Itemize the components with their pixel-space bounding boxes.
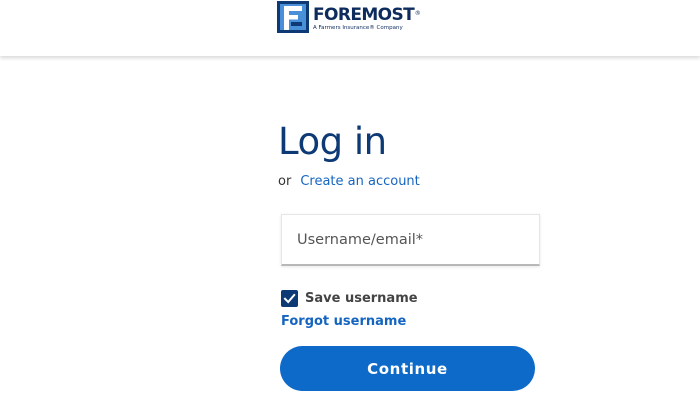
checkmark-icon (283, 293, 296, 304)
foremost-logo[interactable]: FOREMOST ® A Farmers Insurance® Company (277, 1, 421, 33)
save-username-label: Save username (305, 291, 418, 306)
continue-button[interactable]: Continue (280, 346, 535, 391)
username-input[interactable] (297, 215, 539, 264)
site-header: FOREMOST ® A Farmers Insurance® Company (0, 0, 700, 56)
page-title: Log in (278, 120, 387, 163)
save-username-row[interactable]: Save username (281, 290, 418, 307)
create-account-row: or Create an account (278, 173, 420, 191)
or-text: or (278, 174, 292, 189)
forgot-username-link[interactable]: Forgot username (281, 313, 406, 331)
logo-tagline: A Farmers Insurance® Company (313, 25, 403, 31)
save-username-checkbox[interactable] (281, 290, 298, 307)
logo-wordmark: FOREMOST ® (313, 5, 421, 25)
username-field[interactable] (281, 214, 540, 266)
logo-text: FOREMOST ® A Farmers Insurance® Company (313, 1, 421, 32)
create-account-link[interactable]: Create an account (300, 174, 419, 189)
foremost-f-logo-icon (277, 1, 309, 33)
